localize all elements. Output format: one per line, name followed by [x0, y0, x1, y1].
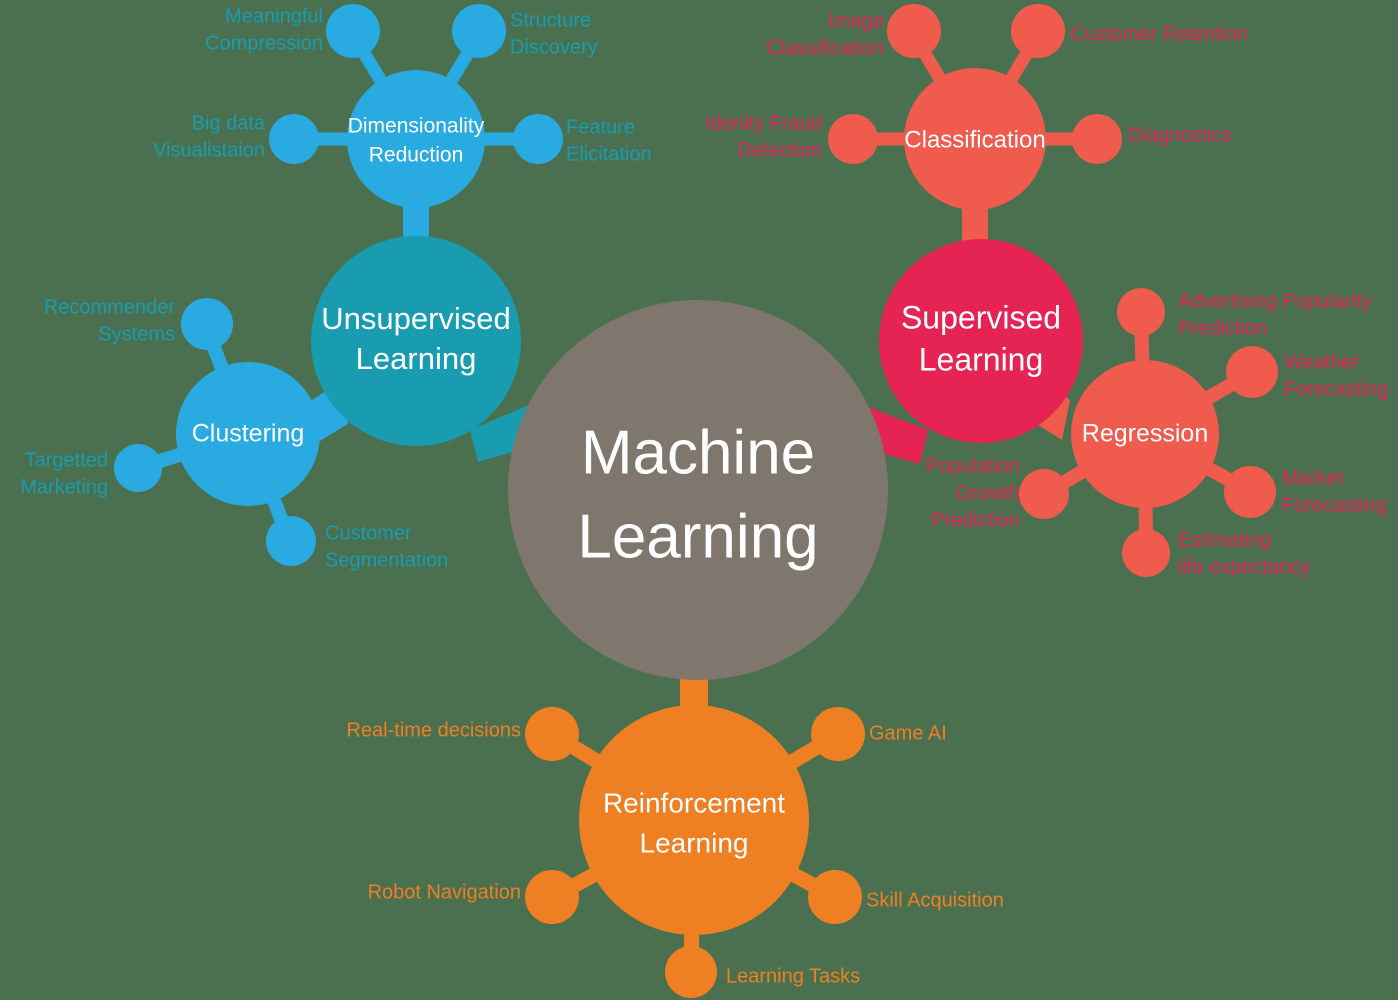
leaf-label-image-classification-l2: Classification [766, 37, 884, 59]
leaf-label-population-growth-l3: Prediction [931, 509, 1020, 531]
leaf-label-idenity-fraud-detection-l1: Idenity Fraud [705, 112, 822, 134]
leaf-node-skill-acquisition[interactable] [808, 870, 862, 924]
leaf-node-customer-retention[interactable] [1011, 4, 1065, 58]
leaf-node-targetted-marketing[interactable] [114, 444, 162, 492]
leaf-label-market-forecasting-l2: Forecasting [1282, 494, 1387, 516]
leaf-node-structure-discovery[interactable] [452, 4, 506, 58]
subgroup-label-dimensionality-reduction-l1: Dimensionality [348, 115, 485, 138]
leaf-node-image-classification[interactable] [887, 4, 941, 58]
leaf-node-learning-tasks[interactable] [665, 946, 717, 998]
leaf-label-robot-navigation: Robot Navigation [368, 881, 521, 903]
leaf-node-game-ai[interactable] [811, 707, 865, 761]
center-label-machine-learning-l1: Machine [581, 418, 815, 487]
leaf-label-feature-elicitation-l2: Elicitation [566, 143, 652, 165]
leaf-label-bigdata-visualistaion-l2: Visualistaion [153, 139, 265, 161]
leaf-node-bigdata-visualistaion[interactable] [269, 114, 319, 164]
leaf-node-robot-navigation[interactable] [525, 870, 579, 924]
leaf-label-targetted-marketing-l2: Marketing [20, 476, 108, 498]
leaf-label-targetted-marketing-l1: Targetted [25, 449, 108, 471]
leaf-label-realtime-decisions: Real-time decisions [346, 719, 521, 741]
leaf-label-advertising-popularity-l2: Prediction [1178, 317, 1267, 339]
leaf-label-meaningful-compression-l2: Compression [205, 32, 323, 54]
leaf-label-market-forecasting-l1: Market [1282, 467, 1344, 489]
leaf-label-advertising-popularity-l1: Advertising Popularity [1178, 290, 1371, 312]
leaf-label-skill-acquisition: Skill Acquisition [866, 889, 1004, 911]
leaf-node-recommender-systems[interactable] [181, 298, 233, 350]
mindmap-svg: Clustering Recommender Systems Targetted… [20, 4, 1389, 998]
leaf-node-population-growth-prediction[interactable] [1019, 469, 1069, 519]
subgroup-label-classification: Classification [904, 126, 1045, 153]
branch-label-supervised-learning-l2: Learning [919, 341, 1044, 377]
leaf-label-weather-forecasting-l1: Weather [1284, 351, 1360, 373]
branch-node-reinforcement-learning[interactable] [579, 705, 809, 935]
leaf-node-diagnostics[interactable] [1072, 114, 1122, 164]
leaf-label-weather-forecasting-l2: Forecasting [1284, 378, 1389, 400]
leaf-label-meaningful-compression-l1: Meaningful [225, 5, 323, 27]
leaf-label-bigdata-visualistaion-l1: Big data [192, 112, 266, 134]
leaf-node-meaningful-compression[interactable] [326, 4, 380, 58]
leaf-label-customer-segmentation-l1: Customer [325, 522, 412, 544]
leaf-node-weather-forecasting[interactable] [1226, 346, 1278, 398]
subgroup-label-dimensionality-reduction-l2: Reduction [369, 144, 464, 167]
leaf-label-feature-elicitation-l1: Feature [566, 116, 635, 138]
leaf-node-market-forecasting[interactable] [1224, 466, 1276, 518]
leaf-label-structure-discovery-l1: Structure [510, 9, 591, 31]
leaf-node-realtime-decisions[interactable] [525, 707, 579, 761]
leaf-label-structure-discovery-l2: Discovery [510, 36, 598, 58]
leaf-label-population-growth-l2: Growth [956, 482, 1020, 504]
leaf-label-customer-segmentation-l2: Segmentation [325, 549, 448, 571]
leaf-label-recommender-systems-l1: Recommender [44, 296, 176, 318]
center-hub-machine-learning: Machine Learning [508, 300, 888, 680]
branch-reinforcement-learning: Reinforcement Learning [525, 705, 865, 998]
leaf-label-image-classification-l1: Image [828, 10, 884, 32]
branch-label-unsupervised-learning-l2: Learning [356, 341, 477, 376]
leaf-node-estimating-life-expectancy[interactable] [1122, 529, 1170, 577]
leaf-label-diagnostics: Diagnostics [1128, 124, 1231, 146]
center-node-machine-learning[interactable] [508, 300, 888, 680]
subgroup-label-clustering: Clustering [192, 420, 305, 448]
leaf-node-idenity-fraud-detection[interactable] [828, 114, 878, 164]
leaf-label-learning-tasks: Learning Tasks [726, 965, 860, 987]
leaf-node-feature-elicitation[interactable] [513, 114, 563, 164]
subgroup-label-regression: Regression [1082, 420, 1208, 448]
leaf-label-customer-retention: Customer Retention [1070, 23, 1248, 45]
branch-label-reinforcement-learning-l2: Learning [640, 827, 749, 858]
branch-label-reinforcement-learning-l1: Reinforcement [603, 787, 785, 818]
mindmap-diagram: Clustering Recommender Systems Targetted… [0, 0, 1398, 1000]
leaf-label-idenity-fraud-detection-l2: Detection [738, 139, 823, 161]
branch-label-unsupervised-learning-l1: Unsupervised [321, 301, 511, 336]
leaf-label-estimating-life-expectancy-l1: Estimating [1178, 529, 1271, 551]
leaf-label-game-ai: Game AI [869, 722, 947, 744]
branch-supervised-learning: Supervised Learning [879, 239, 1083, 443]
leaf-node-advertising-popularity-prediction[interactable] [1117, 288, 1165, 336]
subgroup-node-dimensionality-reduction[interactable] [347, 70, 485, 208]
leaf-node-customer-segmentation[interactable] [266, 516, 316, 566]
leaf-label-estimating-life-expectancy-l2: life expectancy [1178, 556, 1310, 578]
branch-unsupervised-learning: Unsupervised Learning [311, 236, 521, 446]
branch-label-supervised-learning-l1: Supervised [901, 299, 1061, 335]
center-label-machine-learning-l2: Learning [577, 502, 818, 571]
leaf-label-recommender-systems-l2: Systems [98, 323, 175, 345]
leaf-label-population-growth-l1: Population [925, 455, 1020, 477]
